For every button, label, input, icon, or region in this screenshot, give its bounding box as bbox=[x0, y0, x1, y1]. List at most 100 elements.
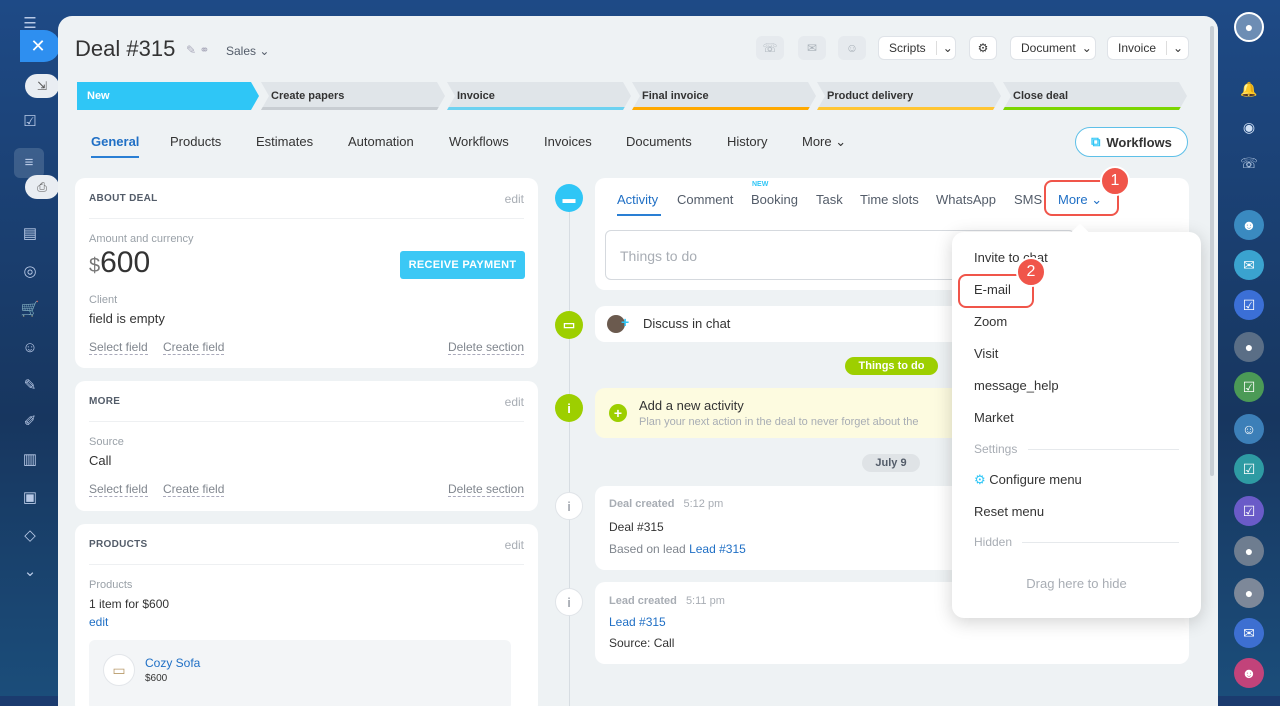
task-avatar[interactable]: ☑ bbox=[1234, 290, 1264, 320]
message-avatar[interactable]: ✉ bbox=[1234, 250, 1264, 280]
mail-avatar[interactable]: ✉ bbox=[1234, 618, 1264, 648]
tab-workflows[interactable]: Workflows bbox=[449, 134, 509, 149]
menu-item-zoom[interactable]: Zoom bbox=[974, 314, 1007, 329]
phone-icon[interactable]: ☏ bbox=[756, 36, 784, 60]
menu-item-visit[interactable]: Visit bbox=[974, 346, 998, 361]
menu-item-reset[interactable]: Reset menu bbox=[974, 504, 1044, 519]
tab-more[interactable]: More ⌄ bbox=[802, 134, 846, 150]
chevron-down-icon[interactable]: ⌄ bbox=[20, 562, 40, 582]
scrollbar[interactable] bbox=[1210, 26, 1214, 476]
cart-icon[interactable]: 🛒 bbox=[20, 300, 40, 320]
tab-automation[interactable]: Automation bbox=[348, 134, 414, 149]
add-activity-card[interactable]: + Add a new activity Plan your next acti… bbox=[595, 388, 955, 438]
tab-documents[interactable]: Documents bbox=[626, 134, 692, 149]
deal-panel: Deal #315 ✎ ⚭ Sales ⌄ ☏ ✉ ☺ Scripts ⌄ ⚙ D… bbox=[58, 16, 1218, 706]
tab-activity[interactable]: Activity bbox=[617, 192, 658, 207]
group-chat-avatar[interactable]: ☻ bbox=[1234, 210, 1264, 240]
stage-final-invoice[interactable]: Final invoice bbox=[632, 82, 816, 110]
tab-sms[interactable]: SMS bbox=[1014, 192, 1042, 207]
tab-estimates[interactable]: Estimates bbox=[256, 134, 313, 149]
collapse-icon[interactable]: ⇲ bbox=[25, 74, 59, 98]
box-icon[interactable]: ◇ bbox=[20, 526, 40, 546]
person-avatar-2[interactable]: ● bbox=[1234, 578, 1264, 608]
contacts-icon[interactable]: ▣ bbox=[20, 488, 40, 508]
print-icon[interactable]: ⎙ bbox=[25, 175, 59, 199]
right-sidebar: ● 🔔 ◉ ☏ ☻ ✉ ☑ ● ☑ ☺ ☑ ☑ ● ● ✉ ☻ bbox=[1218, 0, 1280, 696]
event-title-text: Lead created bbox=[609, 595, 677, 607]
gear-icon: ⚙ bbox=[974, 472, 986, 487]
stage-product-delivery[interactable]: Product delivery bbox=[817, 82, 1001, 110]
pipeline-selector[interactable]: Sales ⌄ bbox=[226, 44, 269, 58]
delete-section-link[interactable]: Delete section bbox=[447, 340, 524, 355]
team-avatar[interactable]: ☻ bbox=[1234, 658, 1264, 688]
workflows-button[interactable]: ⧉ Workflows bbox=[1075, 127, 1188, 157]
target-icon[interactable]: ◎ bbox=[20, 262, 40, 282]
tab-history[interactable]: History bbox=[727, 134, 767, 149]
close-slider-button[interactable]: ✕ bbox=[20, 30, 60, 62]
divider bbox=[89, 218, 524, 219]
copilot-icon[interactable]: ◉ bbox=[1234, 112, 1264, 142]
tab-task[interactable]: Task bbox=[816, 192, 843, 207]
products-edit-link[interactable]: edit bbox=[89, 615, 108, 629]
lead-link[interactable]: Lead #315 bbox=[689, 542, 746, 556]
source-value: Call bbox=[89, 453, 112, 468]
select-field-link[interactable]: Select field bbox=[89, 482, 148, 497]
scripts-label: Scripts bbox=[889, 41, 926, 55]
tab-general[interactable]: General bbox=[91, 134, 139, 149]
scripts-button[interactable]: Scripts ⌄ bbox=[878, 36, 956, 60]
analytics-icon[interactable]: ▥ bbox=[20, 450, 40, 470]
client-value: field is empty bbox=[89, 311, 165, 326]
tab-invoices[interactable]: Invoices bbox=[544, 134, 592, 149]
client-label: Client bbox=[89, 294, 118, 306]
contact-avatar[interactable]: ● bbox=[1234, 332, 1264, 362]
bell-icon[interactable]: 🔔 bbox=[1234, 74, 1264, 104]
user-avatar[interactable]: ● bbox=[1234, 12, 1264, 42]
crm-filter-icon[interactable]: ≡ bbox=[14, 148, 44, 178]
product-name[interactable]: Cozy Sofa bbox=[145, 656, 200, 670]
discuss-in-chat[interactable]: + Discuss in chat bbox=[595, 306, 975, 342]
tab-comment[interactable]: Comment bbox=[677, 192, 733, 207]
lead-link[interactable]: Lead #315 bbox=[609, 615, 666, 629]
sign-icon[interactable]: ✎ bbox=[20, 376, 40, 396]
date-pill: July 9 bbox=[862, 454, 920, 472]
receive-payment-button[interactable]: RECEIVE PAYMENT bbox=[400, 251, 525, 279]
tab-booking[interactable]: Booking bbox=[751, 192, 798, 207]
chat-icon[interactable]: ☏ bbox=[1234, 148, 1264, 178]
edit-link[interactable]: edit bbox=[505, 538, 524, 552]
task-done-avatar[interactable]: ☑ bbox=[1234, 372, 1264, 402]
edit-link[interactable]: edit bbox=[505, 395, 524, 409]
stage-new[interactable]: New bbox=[77, 82, 259, 110]
create-field-link[interactable]: Create field bbox=[163, 482, 225, 497]
robot-icon[interactable]: ☺ bbox=[20, 338, 40, 358]
pen-icon[interactable]: ✐ bbox=[20, 412, 40, 432]
tab-products[interactable]: Products bbox=[170, 134, 221, 149]
menu-item-message-help[interactable]: message_help bbox=[974, 378, 1059, 393]
stage-invoice[interactable]: Invoice bbox=[447, 82, 631, 110]
tasks-icon[interactable]: ☑ bbox=[20, 112, 40, 132]
settings-gear-button[interactable]: ⚙ bbox=[969, 36, 997, 60]
task-teal-avatar[interactable]: ☑ bbox=[1234, 454, 1264, 484]
invoice-button[interactable]: Invoice ⌄ bbox=[1107, 36, 1189, 60]
info-icon: i bbox=[555, 394, 583, 422]
chat-bubble-icon[interactable]: ☺ bbox=[838, 36, 866, 60]
event-title: Lead created 5:11 pm bbox=[609, 595, 725, 607]
document-button[interactable]: Document ⌄ bbox=[1010, 36, 1096, 60]
person-avatar[interactable]: ● bbox=[1234, 536, 1264, 566]
edit-link[interactable]: edit bbox=[505, 192, 524, 206]
menu-item-market[interactable]: Market bbox=[974, 410, 1014, 425]
bot-avatar[interactable]: ☺ bbox=[1234, 414, 1264, 444]
tab-whatsapp[interactable]: WhatsApp bbox=[936, 192, 996, 207]
storage-icon[interactable]: ▤ bbox=[20, 224, 40, 244]
product-item[interactable]: ▭ Cozy Sofa $600 bbox=[89, 640, 511, 706]
mail-icon[interactable]: ✉ bbox=[798, 36, 826, 60]
task-purple-avatar[interactable]: ☑ bbox=[1234, 496, 1264, 526]
tab-time-slots[interactable]: Time slots bbox=[860, 192, 919, 207]
delete-section-link[interactable]: Delete section bbox=[447, 482, 524, 497]
menu-item-configure[interactable]: ⚙ Configure menu bbox=[974, 472, 1082, 488]
edit-link-icons[interactable]: ✎ ⚭ bbox=[186, 43, 209, 57]
stage-close-deal[interactable]: Close deal bbox=[1003, 82, 1187, 110]
stage-create-papers[interactable]: Create papers bbox=[261, 82, 445, 110]
create-field-link[interactable]: Create field bbox=[163, 340, 225, 355]
gear-icon: ⚙ bbox=[977, 41, 989, 55]
select-field-link[interactable]: Select field bbox=[89, 340, 148, 355]
